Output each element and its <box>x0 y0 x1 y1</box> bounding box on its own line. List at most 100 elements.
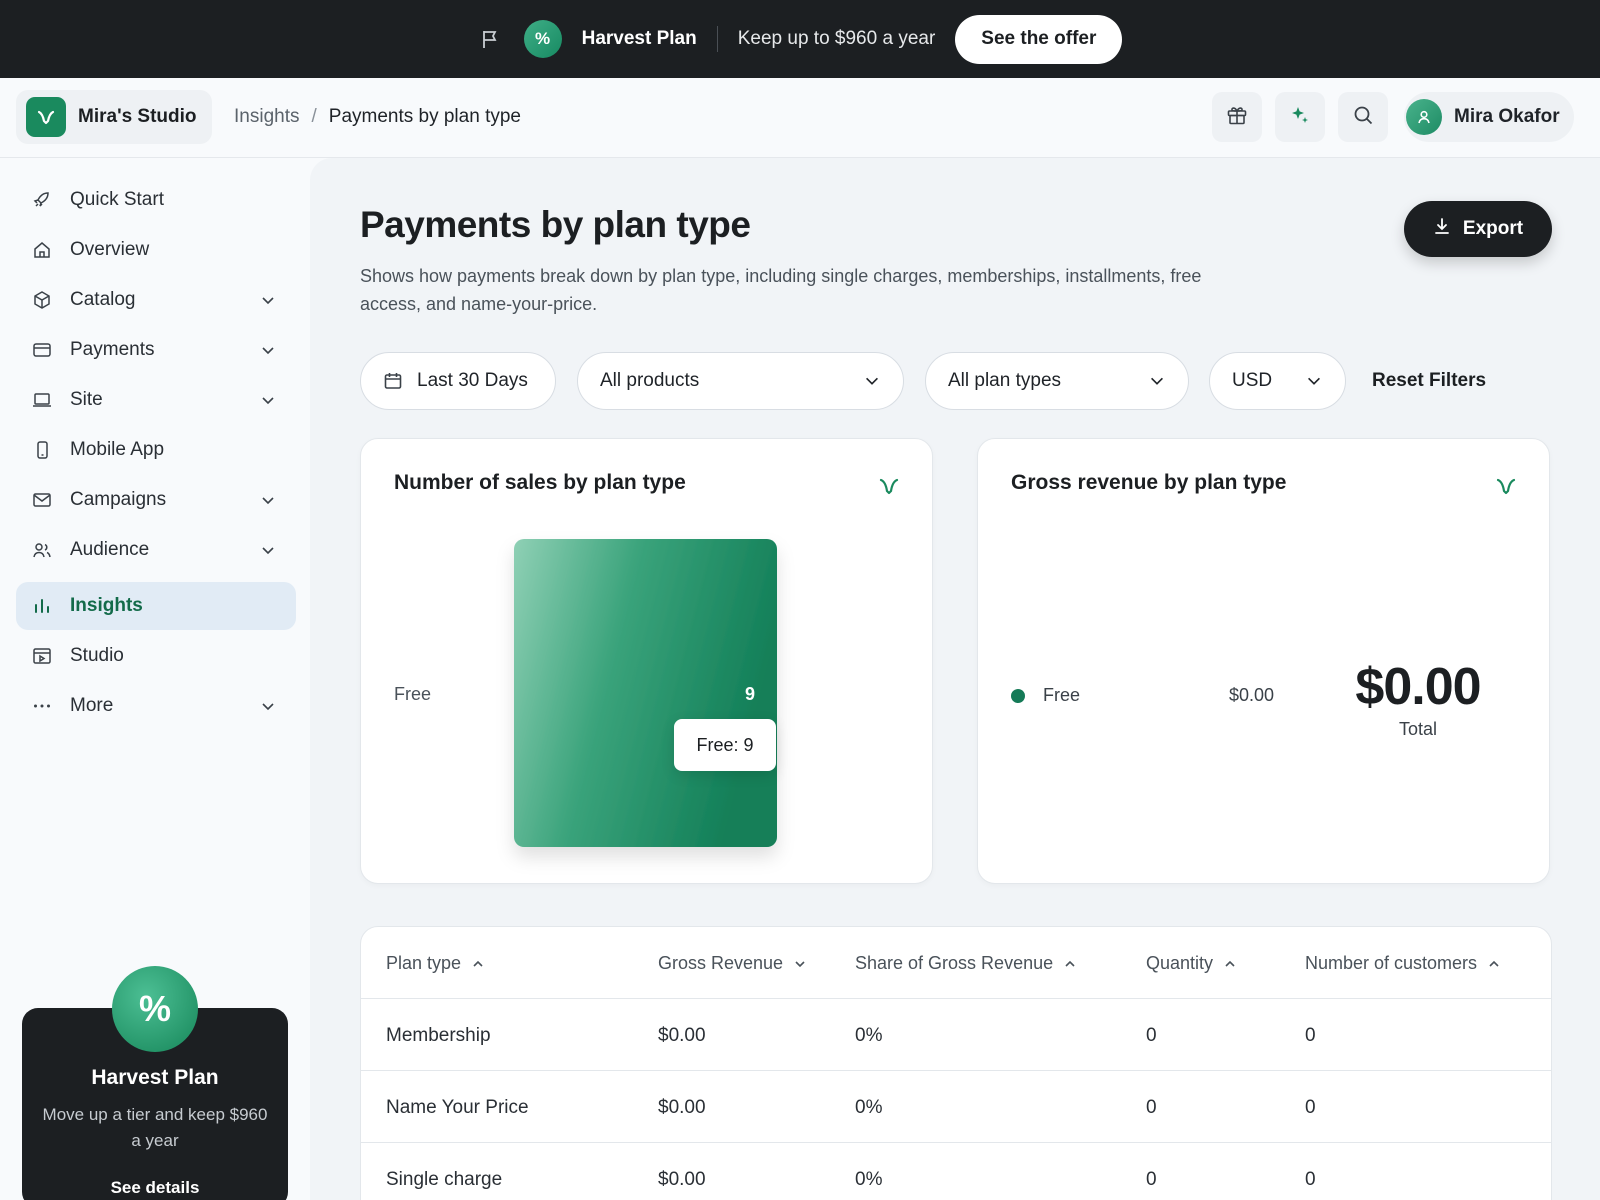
chevron-down-icon <box>262 297 274 305</box>
table-row[interactable]: Membership $0.00 0% 0 0 <box>361 999 1551 1071</box>
upsell-title: Harvest Plan <box>91 1066 219 1089</box>
percent-badge-icon: % <box>112 966 198 1052</box>
cell-quantity: 0 <box>1146 1169 1157 1190</box>
calendar-icon <box>383 371 403 391</box>
category-label: Free <box>394 684 431 704</box>
cell-gross-revenue: $0.00 <box>658 1025 706 1046</box>
sidebar-item-campaigns[interactable]: Campaigns <box>16 476 296 524</box>
flag-icon <box>478 27 502 51</box>
column-header-quantity[interactable]: Quantity <box>1146 953 1237 974</box>
bar-chart-icon <box>32 596 52 616</box>
promo-banner: % Harvest Plan Keep up to $960 a year Se… <box>0 0 1600 78</box>
see-details-link[interactable]: See details <box>22 1178 288 1198</box>
column-header-label: Quantity <box>1146 953 1214 973</box>
sidebar-item-label: Catalog <box>70 289 136 310</box>
see-offer-button[interactable]: See the offer <box>955 14 1123 64</box>
column-header-share[interactable]: Share of Gross Revenue <box>855 953 1077 974</box>
studio-name: Mira's Studio <box>78 106 197 127</box>
user-name: Mira Okafor <box>1454 106 1560 127</box>
sidebar-item-site[interactable]: Site <box>16 376 296 424</box>
percent-badge-icon: % <box>523 20 562 58</box>
column-header-customers[interactable]: Number of customers <box>1305 953 1501 974</box>
sidebar-item-catalog[interactable]: Catalog <box>16 276 296 324</box>
chevron-down-icon <box>866 377 878 385</box>
sidebar-item-quick-start[interactable]: Quick Start <box>16 176 296 224</box>
cell-share: 0% <box>855 1169 883 1190</box>
sidebar-item-studio[interactable]: Studio <box>16 632 296 680</box>
breadcrumb-current: Payments by plan type <box>328 106 521 127</box>
chevron-down-icon <box>1308 377 1320 385</box>
avatar <box>1406 99 1442 135</box>
phone-icon <box>32 440 52 460</box>
table-row[interactable]: Single charge $0.00 0% 0 0 <box>361 1143 1551 1200</box>
revenue-card-title: Gross revenue by plan type <box>1011 471 1287 494</box>
sidebar-item-label: Audience <box>70 539 150 560</box>
search-button[interactable] <box>1338 92 1388 142</box>
breadcrumb-insights-link[interactable]: Insights <box>234 106 299 128</box>
user-menu[interactable]: Mira Okafor <box>1404 92 1574 142</box>
column-header-label: Plan type <box>386 953 462 973</box>
export-button[interactable]: Export <box>1404 201 1552 257</box>
cell-share: 0% <box>855 1025 883 1046</box>
studio-switcher[interactable]: Mira's Studio <box>16 90 212 144</box>
upsell-description: Move up a tier and keep $960 a year <box>42 1105 268 1150</box>
studio-icon <box>32 646 52 666</box>
sidebar-item-mobile-app[interactable]: Mobile App <box>16 426 296 474</box>
chevron-up-icon <box>1225 960 1235 967</box>
reset-filters-button[interactable]: Reset Filters <box>1372 370 1486 392</box>
promo-plan-name: Harvest Plan <box>581 28 697 49</box>
chevron-down-icon <box>795 960 805 967</box>
table-row[interactable]: Name Your Price $0.00 0% 0 0 <box>361 1071 1551 1143</box>
mail-icon <box>32 490 52 510</box>
column-header-label: Gross Revenue <box>658 953 784 973</box>
sidebar-item-payments[interactable]: Payments <box>16 326 296 374</box>
plan-types-select[interactable]: All plan types <box>925 352 1189 410</box>
legend-value: $0.00 <box>1229 685 1275 705</box>
bar-free[interactable] <box>514 539 777 847</box>
chevron-up-icon <box>1489 960 1499 967</box>
sidebar-item-label: Overview <box>70 239 150 260</box>
cell-gross-revenue: $0.00 <box>658 1097 706 1118</box>
main-content: Payments by plan type Shows how payments… <box>310 158 1600 1200</box>
upsell-card: % Harvest Plan Move up a tier and keep $… <box>22 966 288 1200</box>
promo-divider <box>716 26 718 52</box>
cell-plan-type: Single charge <box>386 1169 503 1190</box>
sidebar-item-insights[interactable]: Insights <box>16 582 296 630</box>
sidebar-item-label: Studio <box>70 645 124 666</box>
sidebar-item-label: Mobile App <box>70 439 165 460</box>
products-value: All products <box>600 370 700 391</box>
gift-icon <box>1226 104 1248 131</box>
sparkle-icon <box>1289 104 1311 131</box>
sidebar-item-label: Payments <box>70 339 155 360</box>
sales-bar-chart: Free 9 <box>394 539 777 847</box>
more-icon <box>32 696 52 716</box>
products-select[interactable]: All products <box>577 352 904 410</box>
date-range-value: Last 30 Days <box>417 370 528 391</box>
column-header-plan-type[interactable]: Plan type <box>386 953 485 974</box>
export-label: Export <box>1462 218 1524 239</box>
cell-quantity: 0 <box>1146 1097 1157 1118</box>
sidebar-item-label: Campaigns <box>70 489 167 510</box>
top-header: Mira's Studio Insights / Payments by pla… <box>0 78 1600 158</box>
cell-gross-revenue: $0.00 <box>658 1169 706 1190</box>
gift-button[interactable] <box>1212 92 1262 142</box>
ai-assistant-button[interactable] <box>1275 92 1325 142</box>
cell-share: 0% <box>855 1097 883 1118</box>
plan-type-table: Plan type Gross Revenue Share of Gross R… <box>360 926 1552 1200</box>
legend-dot <box>1011 688 1025 703</box>
column-header-gross-revenue[interactable]: Gross Revenue <box>658 953 807 974</box>
date-range-filter[interactable]: Last 30 Days <box>360 352 556 410</box>
column-header-label: Share of Gross Revenue <box>855 953 1054 973</box>
sidebar-item-overview[interactable]: Overview <box>16 226 296 274</box>
sidebar-item-audience[interactable]: Audience <box>16 526 296 574</box>
currency-select[interactable]: USD <box>1209 352 1346 410</box>
currency-value: USD <box>1232 370 1273 391</box>
cell-plan-type: Name Your Price <box>386 1097 529 1118</box>
cell-customers: 0 <box>1305 1025 1316 1046</box>
page-description: Shows how payments break down by plan ty… <box>360 266 1202 314</box>
rocket-icon <box>32 190 52 210</box>
sidebar-item-label: More <box>70 695 114 716</box>
sidebar-item-more[interactable]: More <box>16 682 296 730</box>
cell-plan-type: Membership <box>386 1025 491 1046</box>
page-title: Payments by plan type <box>360 204 751 245</box>
